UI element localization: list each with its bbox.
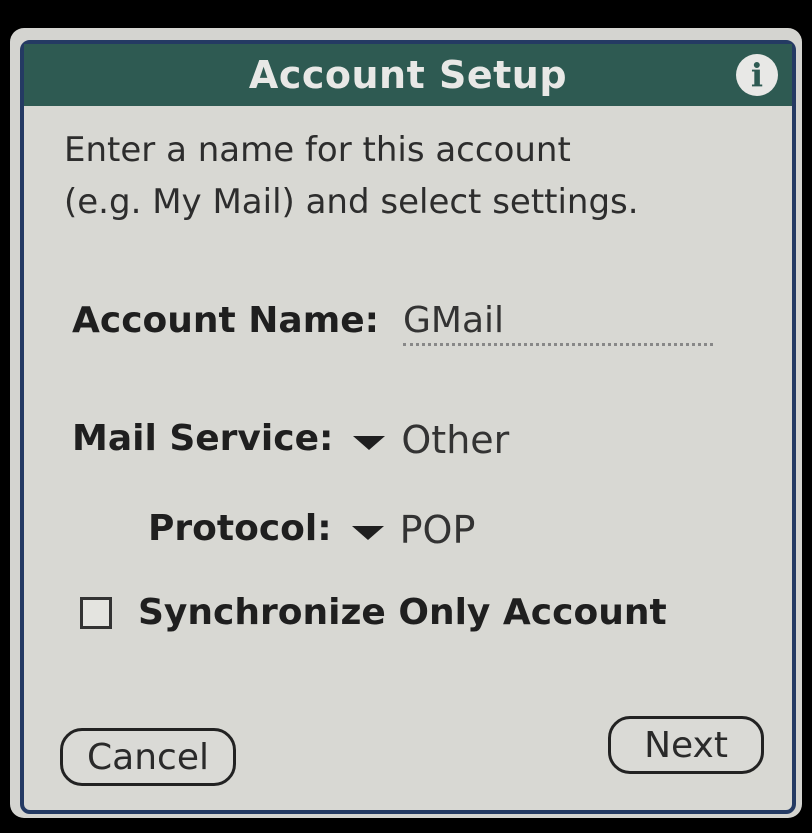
cancel-button[interactable]: Cancel	[60, 728, 236, 786]
protocol-value: POP	[399, 508, 476, 552]
instructions-line-2: (e.g. My Mail) and select settings.	[64, 182, 639, 222]
device-screen: Account Setup i Enter a name for this ac…	[10, 28, 802, 818]
chevron-down-icon	[353, 436, 386, 450]
protocol-row: Protocol: POP	[148, 508, 475, 552]
instructions-text: Enter a name for this account (e.g. My M…	[64, 124, 764, 228]
dialog-title: Account Setup	[248, 53, 568, 97]
protocol-label: Protocol:	[148, 508, 332, 549]
mail-service-row: Mail Service: Other	[72, 418, 509, 462]
sync-only-row[interactable]: Synchronize Only Account	[80, 592, 667, 633]
protocol-picker[interactable]: POP	[351, 508, 476, 552]
mail-service-picker[interactable]: Other	[353, 418, 509, 462]
next-button[interactable]: Next	[608, 716, 764, 774]
mail-service-label: Mail Service:	[72, 418, 334, 459]
chevron-down-icon	[351, 526, 384, 540]
sync-only-checkbox[interactable]	[80, 596, 112, 629]
account-setup-dialog: Account Setup i Enter a name for this ac…	[20, 40, 796, 814]
info-icon[interactable]: i	[736, 54, 778, 96]
account-name-row: Account Name: GMail	[72, 300, 714, 346]
account-name-label: Account Name:	[72, 300, 380, 341]
sync-only-label: Synchronize Only Account	[138, 592, 667, 633]
instructions-line-1: Enter a name for this account	[64, 130, 571, 170]
account-name-field[interactable]: GMail	[403, 300, 714, 346]
mail-service-value: Other	[401, 418, 510, 462]
title-bar: Account Setup i	[24, 44, 792, 106]
